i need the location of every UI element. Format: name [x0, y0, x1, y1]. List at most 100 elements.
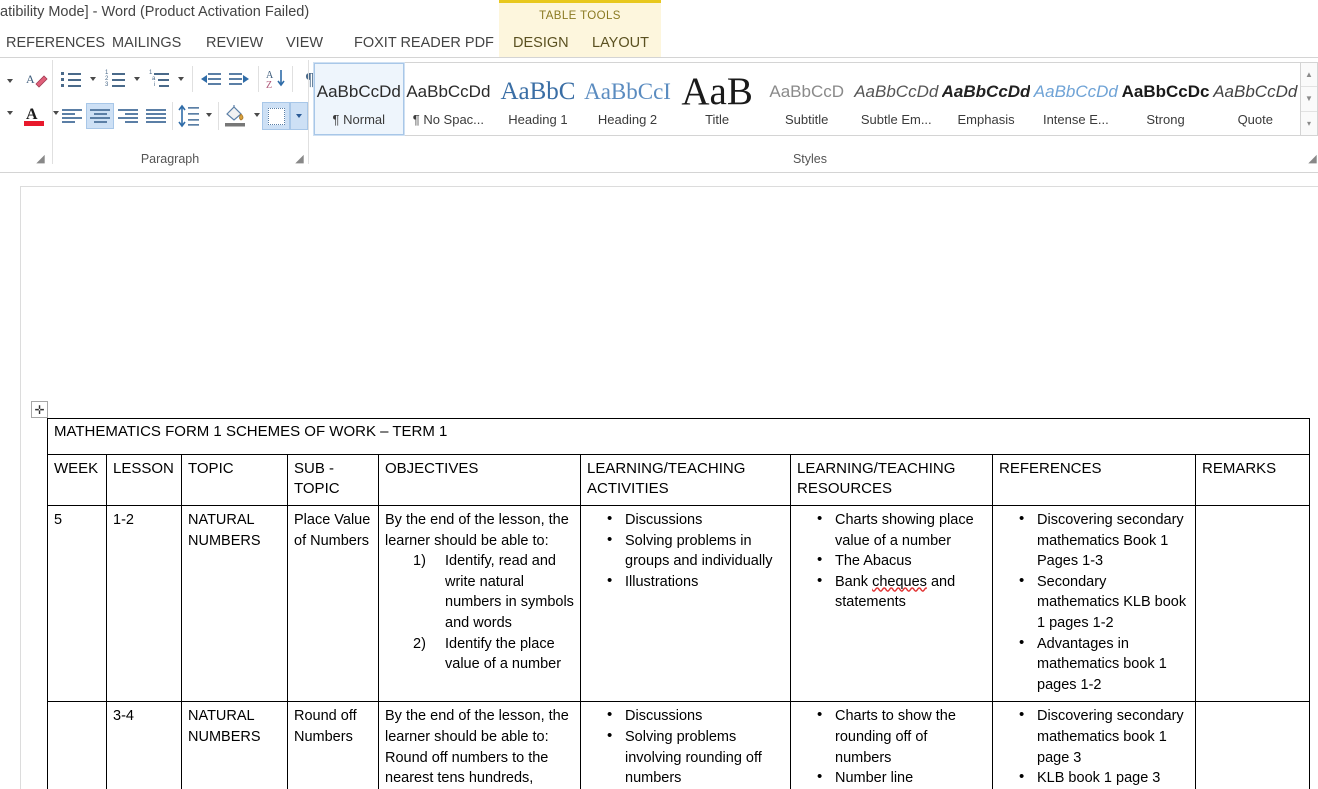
line-spacing-icon [177, 104, 201, 128]
style-item-title[interactable]: AaB Title [672, 63, 762, 135]
cell-topic[interactable]: NATURAL NUMBERS [182, 506, 288, 702]
list-item: Discovering secondary mathematics book 1… [1019, 706, 1189, 768]
style-item-heading-2[interactable]: AaBbCcI Heading 2 [583, 63, 673, 135]
tab-layout[interactable]: LAYOUT [586, 28, 655, 58]
style-item-normal[interactable]: AaBbCcDd ¶ Normal [314, 63, 404, 135]
list-item: Secondary mathematics KLB book 1 pages 1… [1019, 572, 1189, 634]
style-preview: AaBbCcDd [852, 72, 940, 112]
font-dialog-launcher[interactable]: ◢ [34, 153, 47, 166]
multilevel-list-dropdown-caret[interactable] [174, 70, 188, 88]
font-color-button[interactable]: A [22, 102, 46, 128]
cell-subtopic[interactable]: Round off Numbers [288, 702, 379, 789]
style-preview: AaBbCcI [584, 72, 672, 112]
styles-gallery[interactable]: AaBbCcDd ¶ Normal AaBbCcDd ¶ No Spac... … [313, 62, 1301, 136]
schemes-of-work-table[interactable]: MATHEMATICS FORM 1 SCHEMES OF WORK – TER… [47, 418, 1310, 789]
line-spacing-dropdown-caret[interactable] [202, 106, 216, 124]
cell-resources[interactable]: Charts to show the rounding off of numbe… [791, 702, 993, 789]
sort-icon: A Z [265, 68, 289, 90]
cell-objectives[interactable]: By the end of the lesson, the learner sh… [379, 506, 581, 702]
cell-subtopic[interactable]: Place Value of Numbers [288, 506, 379, 702]
table-move-handle[interactable]: ✛ [31, 401, 48, 418]
cell-remarks[interactable] [1196, 506, 1310, 702]
borders-button[interactable] [262, 102, 290, 130]
activities-list: Discussions Solving problems in groups a… [587, 510, 784, 592]
cell-week[interactable]: 5 [48, 506, 107, 702]
styles-gallery-scrollbar[interactable]: ▲ ▼ ▾ [1301, 62, 1318, 136]
line-spacing-button[interactable] [176, 103, 202, 129]
shading-button[interactable] [222, 103, 250, 129]
list-item: Discussions [607, 706, 784, 727]
cell-activities[interactable]: Discussions Solving problems involving r… [581, 702, 791, 789]
svg-text:Z: Z [266, 80, 272, 90]
chevron-down-icon [296, 114, 302, 118]
align-right-button[interactable] [114, 104, 142, 128]
style-item-subtitle[interactable]: AaBbCcD Subtitle [762, 63, 852, 135]
style-item-no-spacing[interactable]: AaBbCcDd ¶ No Spac... [404, 63, 494, 135]
tab-references[interactable]: REFERENCES [0, 28, 111, 58]
cell-activities[interactable]: Discussions Solving problems in groups a… [581, 506, 791, 702]
bullets-button[interactable] [58, 68, 86, 90]
style-item-subtle-emphasis[interactable]: AaBbCcDd Subtle Em... [851, 63, 941, 135]
style-label: Emphasis [958, 112, 1015, 127]
table-row[interactable]: 3-4 NATURAL NUMBERS Round off Numbers By… [48, 702, 1310, 789]
numbering-dropdown-caret[interactable] [130, 70, 144, 88]
styles-dialog-launcher[interactable]: ◢ [1306, 153, 1318, 166]
references-list: Discovering secondary mathematics Book 1… [999, 510, 1189, 695]
style-preview: AaB [673, 72, 761, 112]
cell-week[interactable] [48, 702, 107, 789]
cell-remarks[interactable] [1196, 702, 1310, 789]
numbering-button[interactable]: 1 2 3 [102, 68, 130, 90]
style-preview: AaBbCcD [763, 72, 851, 112]
resources-list: Charts showing place value of a number T… [797, 510, 986, 613]
style-preview: AaBbCcDd [1032, 72, 1120, 112]
clear-formatting-button[interactable]: A [24, 68, 50, 92]
increase-indent-icon [229, 72, 249, 86]
table-title-cell: MATHEMATICS FORM 1 SCHEMES OF WORK – TER… [48, 419, 1310, 455]
font-size-dropdown-caret[interactable] [2, 72, 18, 90]
group-label-paragraph: Paragraph [110, 152, 230, 166]
borders-dropdown-caret[interactable] [290, 102, 308, 130]
align-right-icon [118, 109, 138, 123]
decrease-indent-button[interactable] [198, 68, 224, 90]
tab-mailings[interactable]: MAILINGS [106, 28, 187, 58]
justify-button[interactable] [142, 104, 170, 128]
cell-resources[interactable]: Charts showing place value of a number T… [791, 506, 993, 702]
cell-references[interactable]: Discovering secondary mathematics Book 1… [993, 506, 1196, 702]
align-left-button[interactable] [58, 104, 86, 128]
cell-lesson[interactable]: 1-2 [107, 506, 182, 702]
style-item-heading-1[interactable]: AaBbC Heading 1 [493, 63, 583, 135]
table-row[interactable]: 5 1-2 NATURAL NUMBERS Place Value of Num… [48, 506, 1310, 702]
style-item-quote[interactable]: AaBbCcDd Quote [1210, 63, 1300, 135]
increase-indent-button[interactable] [226, 68, 252, 90]
cell-topic[interactable]: NATURAL NUMBERS [182, 702, 288, 789]
multilevel-list-button[interactable]: 1 a i [146, 68, 174, 90]
tab-view[interactable]: VIEW [280, 28, 329, 58]
resources-list: Charts to show the rounding off of numbe… [797, 706, 986, 789]
cell-lesson[interactable]: 3-4 [107, 702, 182, 789]
document-canvas[interactable]: ✛ MATHEMATICS FORM 1 SCHEMES OF WORK – T… [0, 173, 1318, 789]
paragraph-dialog-launcher[interactable]: ◢ [293, 153, 306, 166]
list-item: Bank cheques and statements [817, 572, 986, 613]
styles-scroll-up-button[interactable]: ▲ [1301, 63, 1317, 87]
style-label: Subtitle [785, 112, 828, 127]
tab-review[interactable]: REVIEW [200, 28, 269, 58]
paragraph-subdivider-3 [292, 66, 293, 92]
paragraph-subdivider-5 [218, 102, 219, 130]
group-divider-font [52, 60, 53, 164]
list-item: Illustrations [607, 572, 784, 593]
style-item-emphasis[interactable]: AaBbCcDd Emphasis [941, 63, 1031, 135]
cell-references[interactable]: Discovering secondary mathematics book 1… [993, 702, 1196, 789]
paragraph-subdivider-2 [258, 66, 259, 92]
tab-foxit-reader-pdf[interactable]: FOXIT READER PDF [348, 28, 500, 58]
style-item-intense-emphasis[interactable]: AaBbCcDd Intense E... [1031, 63, 1121, 135]
cell-objectives[interactable]: By the end of the lesson, the learner sh… [379, 702, 581, 789]
align-center-button[interactable] [86, 103, 114, 129]
tab-design[interactable]: DESIGN [507, 28, 575, 58]
bullets-dropdown-caret[interactable] [86, 70, 100, 88]
style-item-strong[interactable]: AaBbCcDc Strong [1121, 63, 1211, 135]
styles-scroll-down-button[interactable]: ▼ [1301, 87, 1317, 111]
font-color-more-caret[interactable] [2, 104, 18, 122]
sort-button[interactable]: A Z [264, 68, 290, 90]
styles-more-button[interactable]: ▾ [1301, 112, 1317, 135]
paragraph-subdivider-1 [192, 66, 193, 92]
